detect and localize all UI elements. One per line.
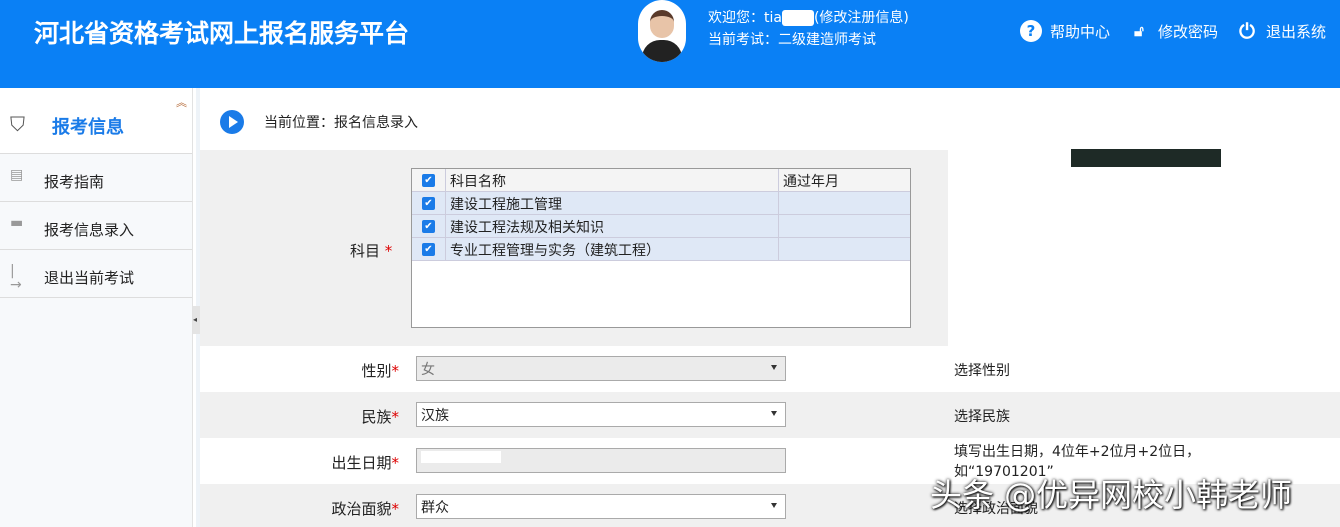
chevron-down-icon xyxy=(771,365,777,370)
welcome-text: 欢迎您：tia xyxy=(708,10,782,26)
sidebar-item-label: 退出当前考试 xyxy=(44,269,135,287)
subject-name: 建设工程法规及相关知识 xyxy=(446,215,779,237)
subject-name: 专业工程管理与实务（建筑工程） xyxy=(446,238,779,260)
collapse-sidebar-handle[interactable]: ◂ xyxy=(193,306,200,334)
column-header: 科目名称 xyxy=(446,169,779,191)
subject-table: ✔ 科目名称 通过年月 ✔ 建设工程施工管理 ✔ 建设工程法规及相关知识 ✔ 专业工程管理… xyxy=(411,168,911,328)
list-icon: ▤ xyxy=(10,167,24,183)
collapse-up-icon[interactable]: ︽ xyxy=(176,94,187,110)
subject-row: 科目 * ✔ 科目名称 通过年月 ✔ 建设工程施工管理 ✔ 建设工程法规及相关知识 ✔ 专… xyxy=(200,150,948,346)
sidebar: ⛉ 报考信息 ︽ ▤ 报考指南 ▬ 报考信息录入 |→ 退出当前考试 xyxy=(0,88,193,527)
row-checkbox[interactable]: ✔ xyxy=(422,219,435,233)
politics-label: 政治面貌* xyxy=(331,500,399,518)
breadcrumb-text: 当前位置：报名信息录入 xyxy=(264,115,418,131)
pass-year xyxy=(779,238,910,260)
avatar xyxy=(638,0,686,62)
birthdate-label: 出生日期* xyxy=(331,454,399,472)
pass-year xyxy=(779,192,910,214)
current-exam: 当前考试：二级建造师考试 xyxy=(708,32,876,48)
subject-label: 科目 * xyxy=(350,242,393,260)
politics-select[interactable]: 群众 xyxy=(416,494,786,519)
lock-icon: 🔓︎ xyxy=(1134,22,1144,40)
change-password-link[interactable]: 🔓︎ 修改密码 xyxy=(1128,20,1218,42)
sidebar-item-exit-exam[interactable]: |→ 退出当前考试 xyxy=(0,250,192,298)
gender-row: 性别* 女 选择性别 xyxy=(200,346,1340,392)
table-row[interactable]: ✔ 建设工程施工管理 xyxy=(412,192,910,215)
shield-plus-icon: ⛉ xyxy=(10,112,25,136)
subject-name: 建设工程施工管理 xyxy=(446,192,779,214)
gender-label: 性别* xyxy=(361,362,399,380)
header: 河北省资格考试网上报名服务平台 欢迎您：tia (修改注册信息) 当前考试：二级建… xyxy=(0,0,1340,88)
photo-placeholder xyxy=(1071,149,1221,167)
birthdate-input[interactable] xyxy=(416,448,786,473)
gender-hint: 选择性别 xyxy=(954,363,1010,379)
sidebar-item-label: 报考指南 xyxy=(44,173,105,191)
chevron-down-icon xyxy=(771,503,777,508)
watermark: 头条 @优异网校小韩老师 xyxy=(930,476,1293,514)
help-center-link[interactable]: ? 帮助中心 xyxy=(1019,20,1110,42)
pass-year xyxy=(779,215,910,237)
sidebar-item-label: 报考信息录入 xyxy=(44,221,135,239)
form-icon: ▬ xyxy=(10,215,24,231)
column-header: 通过年月 xyxy=(783,174,839,190)
logout-label: 退出系统 xyxy=(1265,22,1326,41)
sidebar-item-guide[interactable]: ▤ 报考指南 xyxy=(0,154,192,202)
ethnicity-hint: 选择民族 xyxy=(954,409,1010,425)
gender-select[interactable]: 女 xyxy=(416,356,786,381)
breadcrumb: 当前位置：报名信息录入 xyxy=(220,110,418,134)
welcome-block: 欢迎您：tia (修改注册信息) 当前考试：二级建造师考试 xyxy=(708,7,909,51)
logout-link[interactable]: ⏻ 退出系统 xyxy=(1236,19,1326,43)
exit-icon: |→ xyxy=(10,263,22,293)
row-checkbox[interactable]: ✔ xyxy=(422,196,435,210)
help-icon: ? xyxy=(1019,20,1042,42)
sidebar-item-info-entry[interactable]: ▬ 报考信息录入 xyxy=(0,202,192,250)
password-label: 修改密码 xyxy=(1157,22,1218,41)
ethnicity-select[interactable]: 汉族 xyxy=(416,402,786,427)
help-label: 帮助中心 xyxy=(1049,22,1110,41)
sidebar-header: ⛉ 报考信息 ︽ xyxy=(0,88,192,154)
sidebar-title: 报考信息 xyxy=(52,117,124,138)
site-title: 河北省资格考试网上报名服务平台 xyxy=(34,19,410,48)
ethnicity-label: 民族* xyxy=(361,408,399,426)
ethnicity-row: 民族* 汉族 选择民族 xyxy=(200,392,1340,438)
table-row[interactable]: ✔ 建设工程法规及相关知识 xyxy=(412,215,910,238)
edit-registration-link[interactable]: (修改注册信息) xyxy=(814,10,909,26)
table-row[interactable]: ✔ 专业工程管理与实务（建筑工程） xyxy=(412,238,910,261)
power-icon: ⏻ xyxy=(1239,19,1255,43)
play-icon xyxy=(220,110,244,134)
select-all-checkbox[interactable]: ✔ xyxy=(422,173,435,187)
row-checkbox[interactable]: ✔ xyxy=(422,242,435,256)
chevron-down-icon xyxy=(771,411,777,416)
